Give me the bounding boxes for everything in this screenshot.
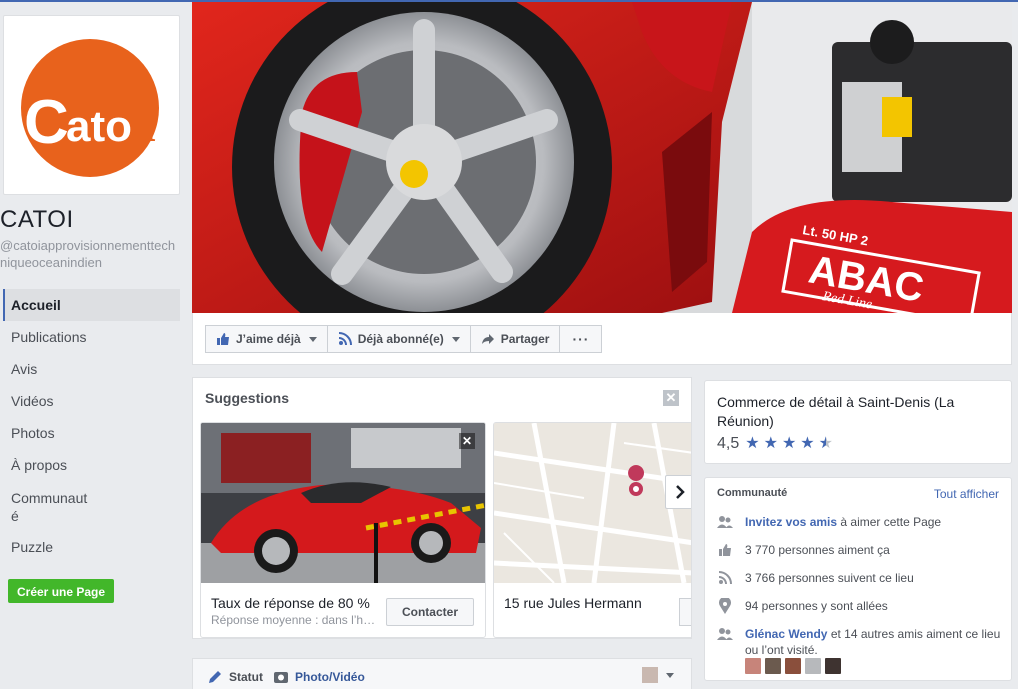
page-action-bar: J’aime déjà Déjà abonné(e) Partager ··· [192, 313, 1012, 365]
close-icon[interactable]: ✕ [459, 433, 475, 449]
avatar [642, 667, 658, 683]
people-add-icon [717, 514, 733, 530]
nav-item-avis[interactable]: Avis [3, 353, 180, 385]
nav-item-communaute[interactable]: Communauté [3, 481, 93, 531]
location-map[interactable] [494, 423, 691, 584]
create-page-button[interactable]: Créer une Page [8, 579, 115, 603]
suggestions-panel: Suggestions ✕ ✕ Taux de réponse de 80 % … [192, 377, 692, 639]
visits-row: 94 personnes y sont allées [717, 598, 1007, 614]
address-text: 15 rue Jules Hermann [504, 595, 642, 611]
friends-row: Glénac Wendy et 14 autres amis aiment ce… [717, 626, 1007, 658]
invite-friends-text: à aimer cette Page [837, 515, 942, 529]
nav-item-publications[interactable]: Publications [3, 321, 180, 353]
pencil-icon [209, 671, 221, 683]
svg-text:ato: ato [66, 102, 132, 151]
about-card: Commerce de détail à Saint-Denis (La Réu… [704, 380, 1012, 464]
next-suggestion-button[interactable] [665, 475, 691, 509]
rss-icon [338, 332, 352, 346]
visits-count-text: 94 personnes y sont allées [745, 599, 888, 613]
star-icon: ★ [781, 435, 797, 452]
avatar[interactable] [805, 658, 821, 674]
close-icon[interactable]: ✕ [663, 390, 679, 406]
like-label: J’aime déjà [236, 332, 301, 346]
chevron-down-icon [451, 336, 460, 342]
suggestions-title: Suggestions [205, 390, 290, 406]
photo-video-label: Photo/Vidéo [295, 670, 365, 684]
likes-count-text: 3 770 personnes aiment ça [745, 543, 890, 557]
like-button[interactable]: J’aime déjà [205, 325, 328, 353]
star-icon: ★ [763, 435, 778, 452]
suggestion-card-response: ✕ Taux de réponse de 80 % Réponse moyenn… [200, 422, 486, 638]
star-icon: ★ [745, 435, 760, 452]
nav-item-puzzle[interactable]: Puzzle [3, 531, 180, 563]
avatar[interactable] [825, 658, 841, 674]
nav-item-photos[interactable]: Photos [3, 417, 180, 449]
profile-picture[interactable]: C ato i [3, 15, 180, 195]
cover-photo[interactable]: Lt. 50 HP 2 ABAC Red Line [192, 2, 1012, 313]
see-all-link[interactable]: Tout afficher [934, 487, 999, 501]
page-username[interactable]: @catoiapprovisionnementtechniqueoceanind… [0, 237, 180, 271]
thumbs-up-icon [717, 542, 733, 558]
rating-value: 4,5 [717, 435, 740, 452]
friend-name-link[interactable]: Glénac Wendy [745, 627, 827, 641]
star-icon: ★ [800, 435, 815, 452]
camera-icon [274, 672, 288, 683]
avatar[interactable] [785, 658, 801, 674]
people-icon [717, 626, 733, 642]
invite-friends-row: Invitez vos amis à aimer cette Page [717, 514, 1007, 530]
chevron-right-icon [675, 485, 685, 499]
page-sidebar-nav: Accueil Publications Avis Vidéos Photos … [3, 289, 180, 563]
more-options-button[interactable]: ··· [559, 325, 603, 353]
photo-video-tab[interactable]: Photo/Vidéo [273, 669, 365, 685]
suggestion-card-address: 15 rue Jules Hermann [493, 422, 691, 638]
avatar[interactable] [745, 658, 761, 674]
response-rate-text: Taux de réponse de 80 % [211, 595, 370, 611]
response-time-text: Réponse moyenne : dans l’heure [211, 613, 376, 627]
showroom-ferrari-photo [201, 423, 485, 583]
contact-button[interactable]: Contacter [386, 598, 474, 626]
nav-item-accueil[interactable]: Accueil [3, 289, 180, 321]
community-card: Communauté Tout afficher Invitez vos ami… [704, 477, 1012, 681]
follow-button[interactable]: Déjà abonné(e) [326, 325, 471, 353]
business-category[interactable]: Commerce de détail à Saint-Denis (La Réu… [717, 393, 997, 431]
svg-text:i: i [144, 96, 158, 152]
status-label: Statut [229, 670, 263, 684]
chevron-down-icon [308, 336, 317, 342]
map-pin-icon [717, 598, 733, 614]
catoi-logo: C ato i [8, 19, 175, 191]
share-arrow-icon [481, 334, 494, 344]
share-label: Partager [500, 332, 550, 346]
status-tab[interactable]: Statut [207, 669, 263, 685]
post-composer: Statut Photo/Vidéo [192, 658, 692, 689]
post-as-selector[interactable] [642, 667, 674, 683]
thumbs-up-icon [217, 333, 229, 345]
nav-item-a-propos[interactable]: À propos [3, 449, 180, 481]
likes-row: 3 770 personnes aiment ça [717, 542, 1007, 558]
invite-friends-link[interactable]: Invitez vos amis [745, 515, 837, 529]
chevron-down-icon [666, 672, 674, 678]
nav-item-videos[interactable]: Vidéos [3, 385, 180, 417]
rss-icon [717, 570, 733, 586]
follows-count-text: 3 766 personnes suivent ce lieu [745, 571, 914, 585]
follows-row: 3 766 personnes suivent ce lieu [717, 570, 1007, 586]
community-title: Communauté [717, 487, 788, 499]
rating[interactable]: 4,5 ★ ★ ★ ★ ★ [717, 435, 833, 453]
half-star-icon: ★ [818, 435, 833, 452]
page-title[interactable]: CATOI [0, 206, 74, 234]
avatar[interactable] [765, 658, 781, 674]
logo-letter-c: C [24, 88, 69, 157]
share-button[interactable]: Partager [469, 325, 561, 353]
follow-label: Déjà abonné(e) [357, 332, 444, 346]
more-dots-icon: ··· [572, 331, 590, 347]
friend-avatars [745, 658, 841, 674]
directions-button[interactable] [679, 598, 691, 626]
